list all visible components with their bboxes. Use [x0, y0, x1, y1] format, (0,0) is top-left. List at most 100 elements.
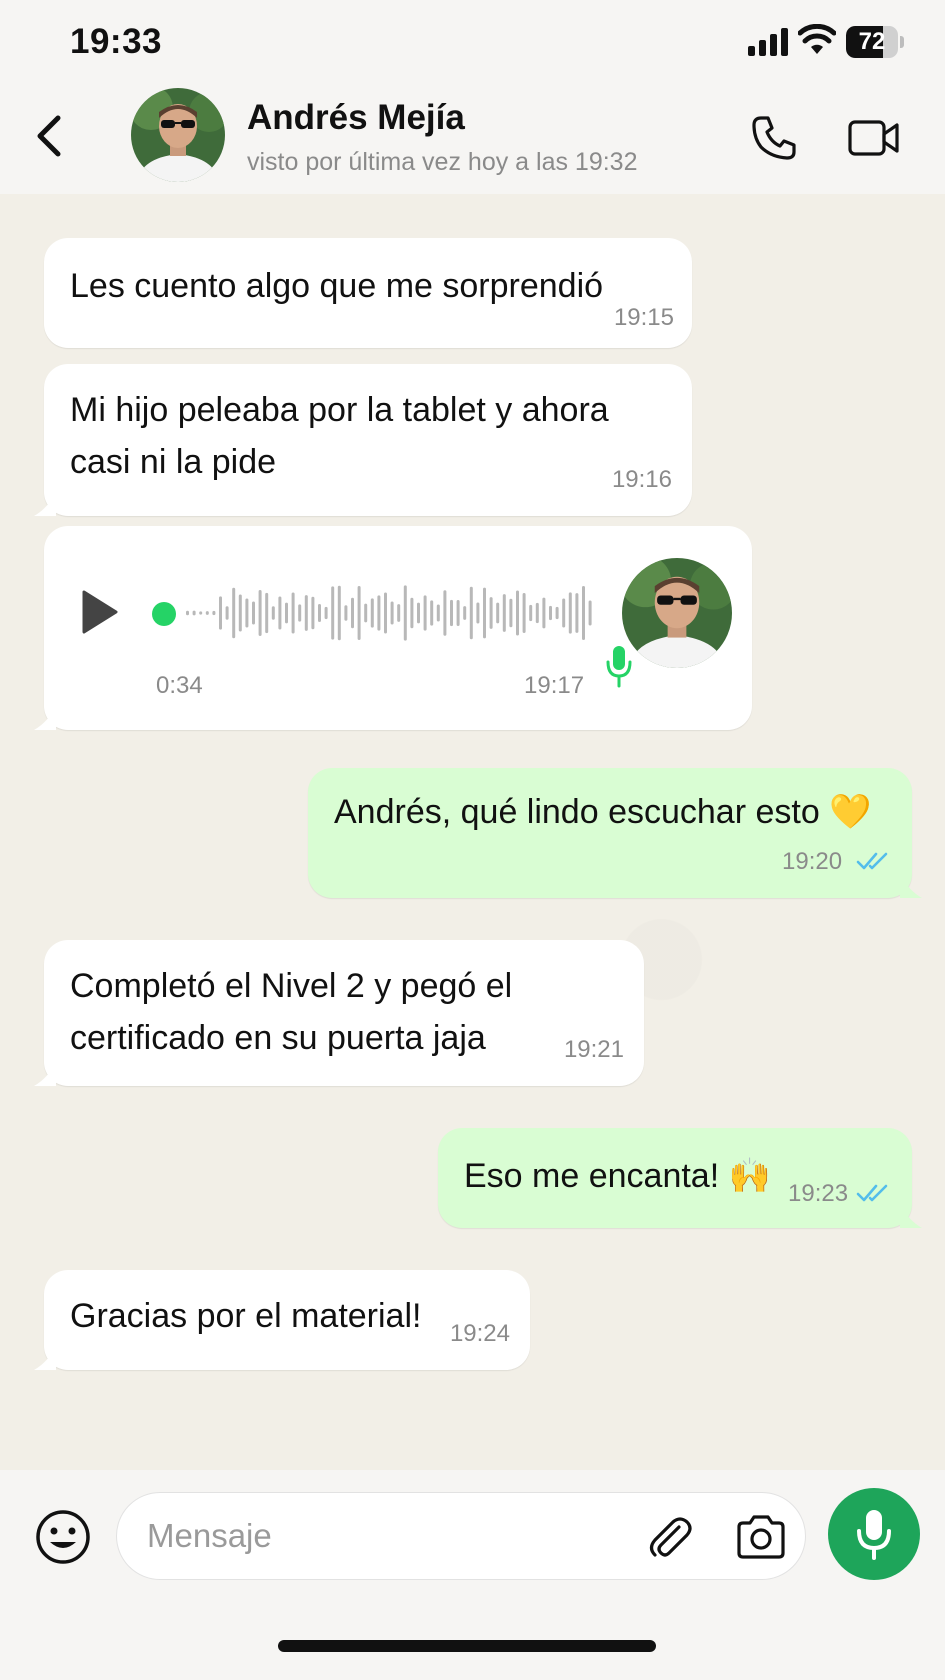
bubble-tail [900, 1204, 922, 1228]
waveform-bar [496, 602, 500, 624]
waveform-bar [271, 606, 275, 620]
message-bubble-incoming[interactable]: Mi hijo peleaba por la tablet y ahora ca… [34, 364, 692, 516]
paperclip-icon [649, 1517, 692, 1557]
waveform-bar [502, 594, 506, 632]
composer-bar: Mensaje [0, 1470, 945, 1680]
message-bubble-outgoing[interactable]: Andrés, qué lindo escuchar esto 💛 19:20 [308, 768, 922, 898]
message-input-placeholder: Mensaje [147, 1517, 272, 1554]
voice-message-bubble[interactable]: 0:34 19:17 [34, 526, 752, 730]
message-bubble-incoming[interactable]: Les cuento algo que me sorprendió 19:15 [44, 238, 692, 348]
play-icon [82, 590, 118, 634]
waveform-bar [278, 596, 282, 630]
camera-button[interactable] [735, 1513, 787, 1561]
message-text: Les cuento algo que me sorprendió [70, 267, 604, 305]
camera-icon [737, 1515, 785, 1559]
waveform-bar [331, 586, 335, 640]
read-receipt-icon [856, 852, 888, 870]
waveform-bar [403, 585, 407, 641]
message-time: 19:20 [782, 848, 843, 875]
avatar-photo [131, 88, 225, 182]
waveform-bar [351, 597, 354, 629]
waveform-bar [232, 587, 236, 639]
waveform-bar [489, 597, 493, 629]
microphone-icon [857, 1510, 891, 1560]
waveform-bar [245, 598, 249, 628]
signal-icon [748, 28, 788, 56]
message-time: 19:17 [524, 672, 585, 699]
waveform-bar [582, 586, 585, 640]
voice-progress-handle[interactable] [152, 602, 176, 626]
waveform-bar [364, 603, 368, 623]
message-text: Andrés, qué lindo escuchar esto 💛 [334, 793, 872, 831]
bubble-tail [34, 1346, 56, 1370]
home-indicator [278, 1640, 656, 1652]
waveform-bar [549, 605, 552, 621]
waveform-bar [443, 590, 447, 636]
message-text: Eso me encanta! 🙌 [464, 1157, 771, 1195]
waveform-bar [509, 598, 513, 628]
emoji-button[interactable] [34, 1508, 92, 1566]
waveform-bar [529, 604, 533, 622]
message-time: 19:16 [611, 466, 672, 493]
waveform-bar [370, 598, 374, 628]
message-bubble-incoming[interactable]: Gracias por el material! 19:24 [34, 1270, 530, 1370]
video-call-button[interactable] [842, 108, 906, 168]
status-time: 19:33 [70, 22, 163, 61]
waveform-bar [219, 596, 222, 630]
battery-icon: 72 [846, 26, 904, 58]
voice-call-button[interactable] [744, 108, 804, 168]
status-bar: 19:33 72 [0, 0, 945, 86]
attach-button[interactable] [645, 1513, 693, 1561]
waveform-bar [483, 587, 486, 639]
message-bubble-outgoing[interactable]: Eso me encanta! 🙌 19:23 [438, 1128, 922, 1228]
back-button[interactable] [24, 106, 74, 166]
voice-record-button[interactable] [828, 1488, 920, 1580]
waveform-bar [285, 602, 288, 624]
message-text: Gracias por el material! [70, 1297, 422, 1335]
waveform-bar [304, 595, 308, 631]
smiley-icon [36, 1510, 90, 1564]
waveform-bar [324, 606, 328, 620]
waveform-bar [225, 606, 229, 620]
message-bubble-incoming[interactable]: Completó el Nivel 2 y pegó el certificad… [34, 940, 644, 1086]
waveform-bar [476, 602, 480, 624]
message-time: 19:21 [563, 1036, 624, 1063]
waveform-bar [450, 599, 453, 627]
chat-area[interactable]: Les cuento algo que me sorprendió 19:15 … [0, 194, 945, 1470]
waveform-bar [463, 606, 467, 620]
play-button[interactable] [80, 588, 124, 638]
waveform-bar [311, 596, 315, 630]
waveform-bar [423, 595, 427, 631]
chevron-left-icon [37, 115, 61, 157]
waveform-bar [588, 600, 592, 626]
waveform-bar [291, 592, 295, 634]
waveform-bar [377, 595, 381, 631]
wifi-icon [798, 24, 836, 54]
message-input[interactable]: Mensaje [116, 1492, 806, 1580]
waveform-bar [344, 605, 348, 621]
contact-name[interactable]: Andrés Mejía [247, 98, 465, 138]
bubble-tail [34, 1062, 56, 1086]
waveform-bar [430, 600, 434, 626]
waveform-bar [337, 585, 341, 641]
avatar[interactable] [131, 88, 225, 182]
waveform-bar [384, 592, 387, 634]
waveform-bar [417, 602, 420, 624]
bubble-tail [900, 874, 922, 898]
waveform-bar [199, 611, 203, 615]
battery-level: 72 [858, 28, 886, 55]
waveform-bar [410, 597, 414, 629]
waveform-bar [397, 604, 401, 622]
waveform-bar [212, 610, 216, 616]
waveform-bar [238, 594, 242, 632]
waveform-bar [298, 604, 302, 622]
voice-sender-avatar [622, 558, 732, 668]
message-time: 19:15 [613, 304, 674, 331]
waveform-bar [535, 602, 539, 624]
waveform-bar [436, 604, 440, 622]
last-seen-status: visto por última vez hoy a las 19:32 [247, 148, 638, 176]
bubble-tail [34, 492, 56, 516]
chat-header: Andrés Mejía visto por última vez hoy a … [0, 86, 945, 194]
waveform-bar [568, 592, 572, 634]
voice-waveform[interactable] [182, 582, 622, 644]
